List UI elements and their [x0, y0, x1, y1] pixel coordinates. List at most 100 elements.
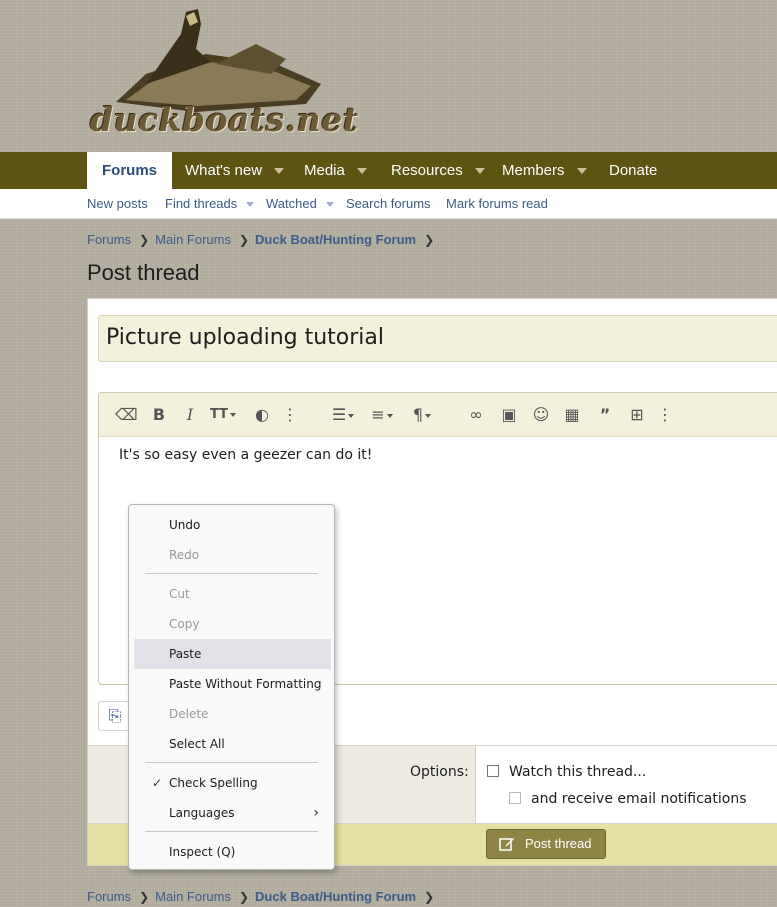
options-panel [475, 745, 777, 823]
editor-toolbar: ⌫ B I TT ◐ ⋮ ☰ ≡ ¶ ∞ ▣ ☺ ▦ ” ⊞ ⋮ [99, 393, 777, 437]
ctx-delete[interactable]: Delete [134, 699, 331, 729]
table-icon[interactable]: ⊞ [626, 404, 648, 426]
image-icon[interactable]: ▣ [498, 404, 520, 426]
breadcrumb-bottom: Forums ❯ Main Forums ❯ Duck Boat/Hunting For… [87, 889, 440, 907]
email-notifications-checkbox[interactable] [509, 792, 521, 804]
nav-tab-members[interactable]: Members [502, 152, 587, 189]
breadcrumb-forums[interactable]: Forums [87, 889, 131, 904]
email-notifications-label[interactable]: and receive email notifications [531, 791, 746, 807]
editor-content[interactable]: It's so easy even a geezer can do it! [119, 447, 372, 463]
thread-title-input[interactable]: Picture uploading tutorial [98, 315, 777, 362]
chevron-down-icon[interactable] [356, 168, 367, 175]
ctx-inspect[interactable]: Inspect (Q) [134, 837, 331, 867]
link-icon[interactable]: ∞ [465, 404, 487, 426]
chevron-right-icon: ❯ [238, 890, 250, 904]
chevron-down-icon[interactable] [274, 168, 285, 175]
color-palette-icon[interactable]: ◐ [251, 404, 273, 426]
bold-icon[interactable]: B [148, 404, 170, 426]
chevron-down-icon[interactable] [474, 168, 485, 175]
paperclip-icon: ⎘ [108, 706, 122, 725]
subnav-label: Watched [266, 196, 317, 211]
ctx-label: Delete [169, 707, 209, 721]
nav-tab-whats-new[interactable]: What's new [185, 152, 285, 189]
ctx-label: Paste Without Formatting [169, 677, 322, 691]
nav-label: Media [304, 162, 345, 179]
chevron-right-icon: ❯ [424, 890, 435, 904]
ctx-label: Redo [169, 548, 200, 562]
more-options-icon[interactable]: ⋮ [279, 404, 301, 426]
align-icon[interactable]: ≡ [367, 404, 397, 426]
subnav-new-posts[interactable]: New posts [87, 189, 148, 219]
ctx-redo[interactable]: Redo [134, 540, 331, 570]
ctx-undo[interactable]: Undo [134, 510, 331, 540]
watch-thread-checkbox[interactable] [487, 765, 499, 777]
breadcrumb-duck-boat-forum[interactable]: Duck Boat/Hunting Forum [255, 232, 416, 247]
list-icon[interactable]: ☰ [328, 404, 358, 426]
chevron-right-icon: ❯ [139, 890, 150, 904]
media-icon[interactable]: ▦ [561, 404, 583, 426]
nav-label: What's new [185, 162, 263, 179]
nav-label: Members [502, 162, 565, 179]
chevron-down-icon[interactable] [576, 168, 587, 175]
attach-files-button[interactable]: ⎘ [98, 701, 132, 731]
quote-icon[interactable]: ” [594, 404, 616, 426]
more-options-icon[interactable]: ⋮ [654, 404, 676, 426]
ctx-label: Inspect (Q) [169, 845, 236, 859]
ctx-label: Languages [169, 806, 235, 820]
ctx-paste[interactable]: Paste [134, 639, 331, 669]
breadcrumb-main-forums[interactable]: Main Forums [155, 232, 231, 247]
ctx-languages[interactable]: Languages › [134, 798, 331, 828]
subnav-search-forums[interactable]: Search forums [346, 189, 431, 219]
breadcrumb-duck-boat-forum[interactable]: Duck Boat/Hunting Forum [255, 889, 416, 904]
chevron-down-icon[interactable] [246, 202, 255, 208]
subnav-find-threads[interactable]: Find threads [165, 189, 255, 219]
ctx-select-all[interactable]: Select All [134, 729, 331, 759]
checkmark-icon: ✓ [152, 776, 163, 790]
ctx-copy[interactable]: Copy [134, 609, 331, 639]
chevron-right-icon: ❯ [139, 233, 150, 247]
subnav-watched[interactable]: Watched [266, 189, 334, 219]
chevron-right-icon: ❯ [238, 233, 250, 247]
nav-tab-forums[interactable]: Forums [87, 152, 173, 189]
ctx-paste-without-formatting[interactable]: Paste Without Formatting [134, 669, 331, 699]
ctx-label: Paste [169, 647, 202, 661]
subnav-label: Find threads [165, 196, 238, 211]
menu-divider [145, 762, 318, 763]
chevron-right-icon: › [313, 805, 319, 821]
ctx-label: Undo [169, 518, 201, 532]
main-nav: Forums What's new Media Resources Member… [0, 152, 777, 189]
ctx-label: Copy [169, 617, 200, 631]
ctx-label: Select All [169, 737, 225, 751]
breadcrumb: Forums ❯ Main Forums ❯ Duck Boat/Hunting For… [87, 232, 440, 250]
watch-thread-label[interactable]: Watch this thread... [509, 764, 646, 780]
nav-tab-resources[interactable]: Resources [391, 152, 485, 189]
smiley-icon[interactable]: ☺ [530, 404, 552, 426]
chevron-down-icon[interactable] [325, 202, 334, 208]
ctx-label: Check Spelling [169, 776, 258, 790]
options-label: Options: [410, 764, 469, 780]
nav-label: Forums [102, 162, 158, 179]
menu-divider [145, 831, 318, 832]
subnav-mark-forums-read[interactable]: Mark forums read [446, 189, 548, 219]
page-title: Post thread [87, 260, 200, 285]
font-size-icon[interactable]: TT [207, 404, 239, 426]
site-header: duckboats.net [0, 0, 777, 152]
nav-label: Resources [391, 162, 463, 179]
menu-divider [145, 573, 318, 574]
nav-tab-donate[interactable]: Donate [609, 152, 657, 189]
sub-nav: New posts Find threads Watched Search fo… [0, 189, 777, 219]
breadcrumb-main-forums[interactable]: Main Forums [155, 889, 231, 904]
nav-tab-media[interactable]: Media [304, 152, 367, 189]
nav-label: Donate [609, 162, 658, 179]
clear-formatting-icon[interactable]: ⌫ [115, 404, 138, 426]
breadcrumb-forums[interactable]: Forums [87, 232, 131, 247]
ctx-label: Cut [169, 587, 190, 601]
site-logo-text[interactable]: duckboats.net [90, 100, 359, 139]
ctx-check-spelling[interactable]: ✓ Check Spelling [134, 768, 331, 798]
paragraph-icon[interactable]: ¶ [407, 404, 437, 426]
context-menu: Undo Redo Cut Copy Paste Paste Without F… [128, 504, 335, 870]
ctx-cut[interactable]: Cut [134, 579, 331, 609]
chevron-right-icon: ❯ [424, 233, 435, 247]
italic-icon[interactable]: I [179, 404, 201, 426]
edit-icon [499, 838, 514, 851]
